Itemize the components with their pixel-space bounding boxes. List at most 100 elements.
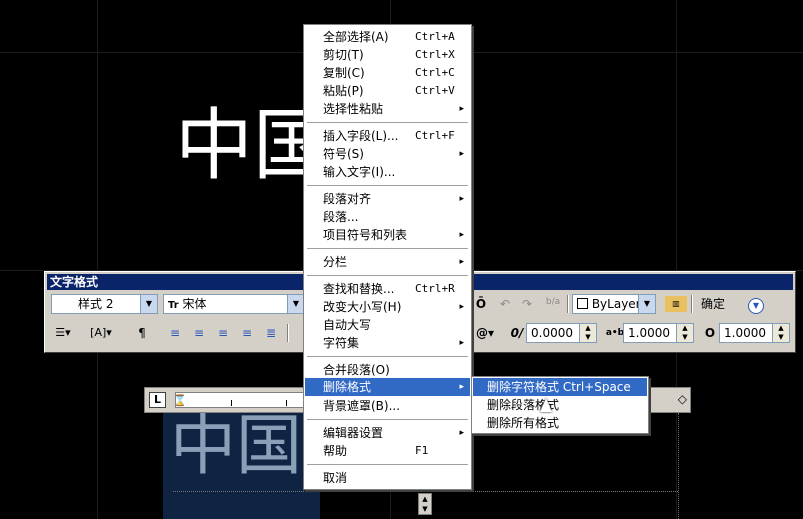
menu-item-columns[interactable]: 分栏 ▸: [305, 253, 470, 271]
menu-separator: [307, 248, 468, 249]
menu-item-label: 段落对齐: [323, 192, 372, 206]
submenu-item-remove-paragraph-formatting[interactable]: 删除段落格式: [473, 396, 647, 414]
menu-item-shortcut: Ctrl+V: [415, 84, 455, 97]
align-justify-icon[interactable]: ≡: [238, 323, 256, 343]
menu-item-autocaps[interactable]: 自动大写: [305, 316, 470, 334]
truetype-icon: Tr: [168, 300, 179, 311]
menu-item-import-text[interactable]: 输入文字(I)...: [305, 163, 470, 181]
ruler-icon[interactable]: ▥: [665, 296, 687, 312]
ok-button[interactable]: 确定: [695, 294, 731, 314]
width-factor-value: 1.0000: [724, 326, 766, 340]
menu-item-bullets-lists[interactable]: 项目符号和列表 ▸: [305, 226, 470, 244]
chevron-down-icon[interactable]: ▼: [140, 295, 157, 313]
oblique-angle-input[interactable]: 0.0000 ▲ ▼: [526, 323, 597, 343]
menu-item-label: 编辑器设置: [323, 426, 384, 440]
menu-item-find-replace[interactable]: 查找和替换... Ctrl+R: [305, 280, 470, 298]
menu-item-insert-field[interactable]: 插入字段(L)... Ctrl+F: [305, 127, 470, 145]
tracking-input[interactable]: 1.0000 ▲ ▼: [623, 323, 694, 343]
options-chevron-icon[interactable]: ▼: [748, 298, 764, 314]
style-select[interactable]: 样式 2 ▼: [51, 294, 158, 314]
menu-item-editor-settings[interactable]: 编辑器设置 ▸: [305, 424, 470, 442]
text-justify-icon[interactable]: [A]▾: [89, 323, 113, 343]
menu-item-background-mask[interactable]: 背景遮罩(B)...: [305, 397, 470, 415]
tracking-icon: a•b: [605, 328, 625, 338]
width-factor-input[interactable]: 1.0000 ▲ ▼: [719, 323, 790, 343]
undo-icon[interactable]: ↶: [497, 294, 513, 314]
menu-separator: [307, 419, 468, 420]
editor-text[interactable]: 中国: [170, 413, 302, 479]
style-value: 样式 2: [78, 297, 114, 311]
menu-separator: [307, 122, 468, 123]
menu-item-shortcut: Ctrl+A: [415, 30, 455, 43]
menu-item-label: 分栏: [323, 255, 348, 269]
tab-type-button[interactable]: L: [149, 392, 166, 408]
color-swatch: [577, 298, 588, 309]
overline-icon[interactable]: Ō: [473, 294, 489, 314]
menu-item-label: 复制(C): [323, 66, 365, 80]
menu-item-cut[interactable]: 剪切(T) Ctrl+X: [305, 46, 470, 64]
menu-separator: [307, 185, 468, 186]
menu-item-label: 帮助: [323, 444, 348, 458]
menu-item-change-case[interactable]: 改变大小写(H) ▸: [305, 298, 470, 316]
font-select[interactable]: Tr 宋体 ▼: [163, 294, 305, 314]
menu-item-label: 项目符号和列表: [323, 228, 408, 242]
menu-item-shortcut: Ctrl+R: [415, 282, 455, 295]
layers-icon[interactable]: ☰▾: [51, 323, 75, 343]
width-factor-icon: O: [704, 326, 716, 340]
submenu-arrow-icon: ▸: [459, 194, 464, 204]
align-center-icon[interactable]: ≡: [190, 323, 208, 343]
menu-item-label: 合并段落(O): [323, 363, 390, 377]
chevron-down-icon[interactable]: ▼: [287, 295, 304, 313]
indent-marker[interactable]: ⌛: [173, 395, 187, 406]
mouse-cursor-icon: [540, 398, 552, 412]
stack-icon[interactable]: b/a: [543, 292, 563, 312]
menu-item-remove-formatting[interactable]: 删除格式 ▸: [305, 378, 470, 396]
menu-item-label: 插入字段(L)...: [323, 129, 399, 143]
menu-item-paste[interactable]: 粘贴(P) Ctrl+V: [305, 82, 470, 100]
menu-item-help[interactable]: 帮助 F1: [305, 442, 470, 460]
submenu-arrow-icon: ▸: [459, 149, 464, 159]
menu-item-label: 字符集: [323, 336, 360, 350]
menu-item-paragraph[interactable]: 段落...: [305, 208, 470, 226]
ruler-width-handle[interactable]: ◇: [678, 393, 687, 405]
menu-separator: [307, 356, 468, 357]
redo-icon[interactable]: ↷: [519, 294, 535, 314]
submenu-arrow-icon: ▸: [459, 428, 464, 438]
submenu-arrow-icon: ▸: [459, 382, 464, 392]
menu-item-paragraph-alignment[interactable]: 段落对齐 ▸: [305, 190, 470, 208]
menu-separator: [307, 275, 468, 276]
editor-resize-handle[interactable]: ▲ ▼: [418, 493, 432, 515]
menu-item-label: 全部选择(A): [323, 30, 389, 44]
chevron-down-icon[interactable]: ▼: [638, 295, 655, 313]
menu-item-label: 粘贴(P): [323, 84, 364, 98]
menu-item-shortcut: Ctrl+F: [415, 129, 455, 142]
menu-item-copy[interactable]: 复制(C) Ctrl+C: [305, 64, 470, 82]
menu-item-paste-special[interactable]: 选择性粘贴 ▸: [305, 100, 470, 118]
toolbar-separator: [691, 295, 693, 313]
spinner-icon[interactable]: ▲ ▼: [772, 324, 789, 342]
menu-item-label: 剪切(T): [323, 48, 364, 62]
ruler-tick: [286, 400, 287, 406]
menu-item-label: 输入文字(I)...: [323, 165, 396, 179]
line-spacing-icon[interactable]: ≣: [262, 323, 280, 343]
align-left-icon[interactable]: ≡: [166, 323, 184, 343]
menu-item-select-all[interactable]: 全部选择(A) Ctrl+A: [305, 28, 470, 46]
submenu-arrow-icon: ▸: [459, 338, 464, 348]
menu-item-character-set[interactable]: 字符集 ▸: [305, 334, 470, 352]
font-value: 宋体: [182, 297, 207, 311]
menu-item-combine-paragraphs[interactable]: 合并段落(O): [305, 361, 470, 379]
menu-item-shortcut: Ctrl+X: [415, 48, 455, 61]
align-right-icon[interactable]: ≡: [214, 323, 232, 343]
spinner-icon[interactable]: ▲ ▼: [676, 324, 693, 342]
color-select[interactable]: ByLayer ▼: [572, 294, 656, 314]
menu-item-cancel[interactable]: 取消: [305, 469, 470, 487]
menu-separator: [307, 464, 468, 465]
symbol-icon[interactable]: @▾: [473, 323, 497, 343]
paragraph-icon[interactable]: ¶: [133, 323, 151, 343]
oblique-angle-value: 0.0000: [531, 326, 573, 340]
tracking-value: 1.0000: [628, 326, 670, 340]
submenu-item-remove-character-formatting[interactable]: 删除字符格式 Ctrl+Space: [473, 378, 647, 396]
spinner-icon[interactable]: ▲ ▼: [579, 324, 596, 342]
menu-item-symbol[interactable]: 符号(S) ▸: [305, 145, 470, 163]
submenu-item-remove-all-formatting[interactable]: 删除所有格式: [473, 414, 647, 432]
